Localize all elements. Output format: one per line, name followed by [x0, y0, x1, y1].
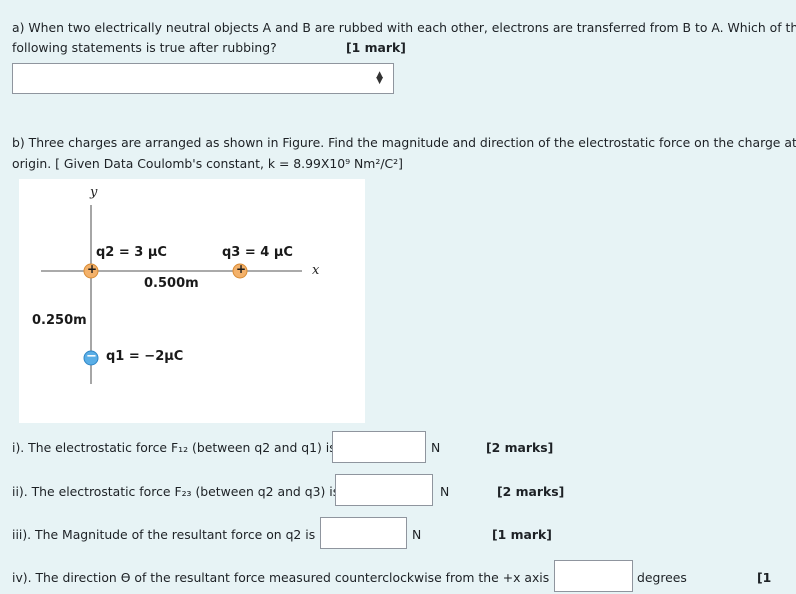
answer-select[interactable]: ▲ ▼: [12, 63, 394, 94]
q2-label: q2 = 3 μC: [96, 245, 167, 260]
part-iv-unit: degrees: [637, 570, 687, 585]
figure-axes: [41, 205, 302, 384]
question-b-line2: origin. [ Given Data Coulomb's constant,…: [12, 156, 403, 171]
y-axis-label: y: [90, 185, 98, 200]
q1-sign: −: [86, 349, 97, 364]
part-iii-unit: N: [412, 527, 422, 542]
q3-label: q3 = 4 μC: [222, 245, 293, 260]
part-ii-input[interactable]: [335, 474, 433, 506]
part-ii-unit: N: [440, 484, 450, 499]
part-i-input[interactable]: [332, 431, 426, 463]
part-iv-marks: [1: [757, 570, 772, 585]
part-i-unit: N: [431, 440, 441, 455]
question-a-marks: [1 mark]: [346, 40, 406, 55]
select-arrows-icon: ▲ ▼: [376, 70, 383, 86]
question-a-line2: following statements is true after rubbi…: [12, 40, 277, 55]
part-iii-label: iii). The Magnitude of the resultant for…: [12, 527, 330, 542]
question-b-line1: b) Three charges are arranged as shown i…: [12, 135, 796, 150]
part-ii-label: ii). The electrostatic force F₂₃ (betwee…: [12, 484, 354, 499]
q1-label: q1 = −2μC: [106, 349, 184, 364]
distance-x-label: 0.500m: [144, 276, 199, 291]
part-iii-input[interactable]: [320, 517, 407, 549]
charges-figure: + + − y x q2 = 3 μC q3 = 4 μC 0.500m 0.2…: [19, 179, 365, 423]
q3-sign: +: [236, 262, 247, 276]
part-i-label: i). The electrostatic force F₁₂ (between…: [12, 440, 351, 455]
x-axis-label: x: [312, 263, 320, 278]
question-a-line1: a) When two electrically neutral objects…: [12, 20, 796, 35]
part-i-marks: [2 marks]: [486, 440, 554, 455]
part-ii-marks: [2 marks]: [497, 484, 565, 499]
part-iii-marks: [1 mark]: [492, 527, 552, 542]
part-iv-label: iv). The direction ϴ of the resultant fo…: [12, 570, 578, 585]
q2-sign: +: [87, 262, 98, 276]
distance-y-label: 0.250m: [32, 313, 87, 328]
part-iv-input[interactable]: [554, 560, 633, 592]
